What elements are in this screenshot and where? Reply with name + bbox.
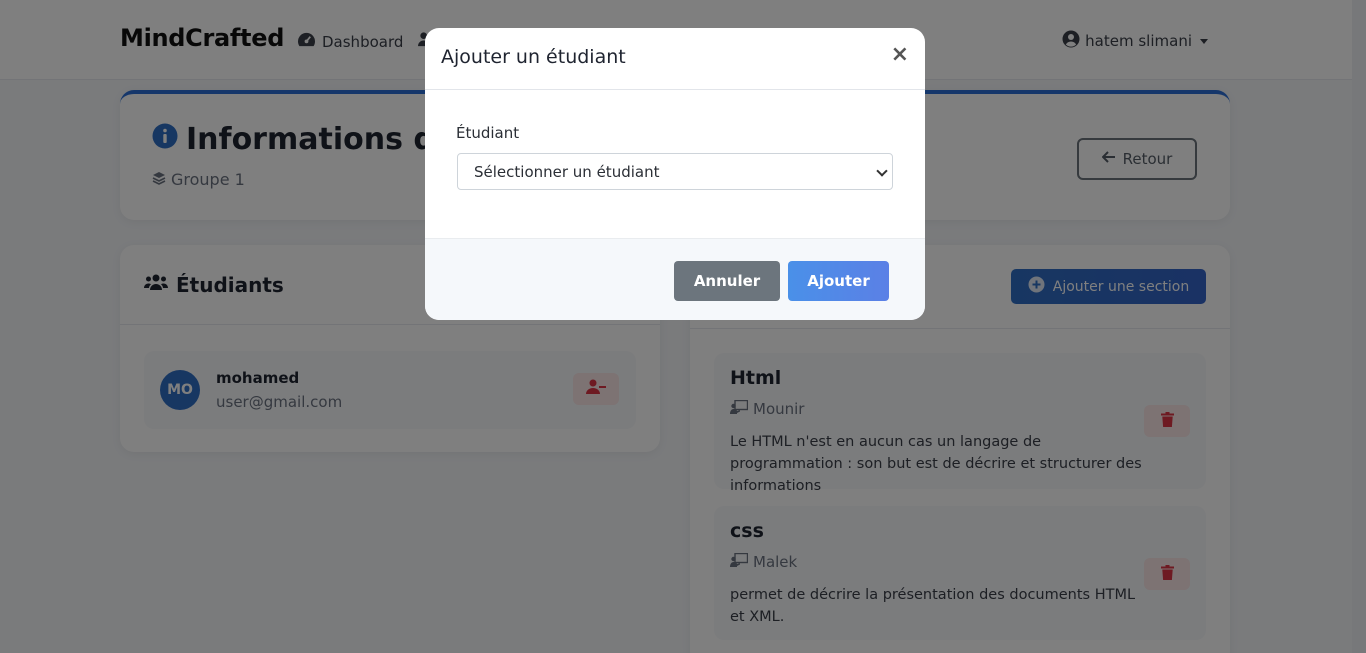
- modal-title: Ajouter un étudiant: [441, 46, 626, 68]
- student-select-value: Sélectionner un étudiant: [474, 162, 660, 181]
- cancel-button[interactable]: Annuler: [674, 261, 780, 301]
- modal-footer: Annuler Ajouter: [425, 238, 925, 320]
- add-student-modal: Ajouter un étudiant × Étudiant Sélection…: [425, 28, 925, 320]
- student-select[interactable]: Sélectionner un étudiant: [457, 153, 893, 190]
- close-icon[interactable]: ×: [891, 42, 909, 67]
- submit-add-button[interactable]: Ajouter: [788, 261, 889, 301]
- chevron-down-icon: [876, 165, 888, 177]
- student-field-label: Étudiant: [456, 124, 520, 142]
- modal-header: Ajouter un étudiant ×: [425, 28, 925, 90]
